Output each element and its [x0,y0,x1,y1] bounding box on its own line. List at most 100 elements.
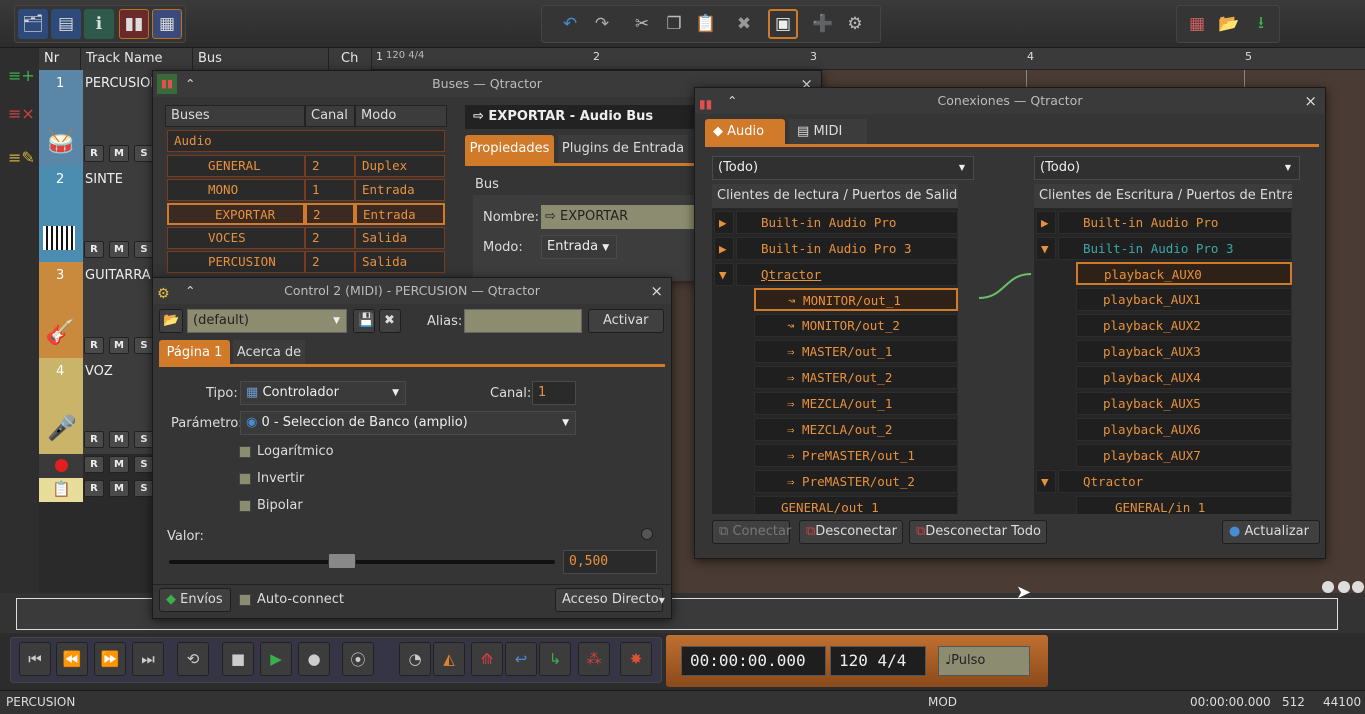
expand-icon[interactable]: ▶ [714,211,734,234]
envios-button[interactable]: ◆ Envíos [159,588,231,612]
alias-input[interactable] [464,309,582,333]
solo-button[interactable]: S [134,337,154,354]
logaritmico-checkbox[interactable]: Logarítmico [239,444,334,459]
track-properties-icon[interactable]: ⚙ [840,9,870,39]
mixer-icon[interactable]: ▤ [51,9,81,39]
open-preset-icon[interactable]: 📂 [159,309,183,333]
solo-button[interactable]: S [134,456,154,473]
port-item-selected[interactable]: ↝ MONITOR/out_1 [754,288,958,311]
bus-group-audio[interactable]: Audio [167,130,445,152]
save-preset-icon[interactable]: 💾 [353,309,375,333]
port-item[interactable]: playback_AUX1 [1076,288,1292,311]
tab-pagina-1[interactable]: Página 1 [159,340,230,366]
col-modo[interactable]: Modo [355,105,447,127]
loop-icon[interactable]: ⟲ [177,642,209,676]
record-icon[interactable]: ● [298,642,330,676]
port-item[interactable]: ⇒ PreMASTER/out_1 [754,444,958,467]
mute-button[interactable]: M [109,337,129,354]
record-button[interactable]: R [84,480,104,497]
fast-forward-icon[interactable]: ⏩ [94,642,126,676]
collapse-icon[interactable]: ▼ [1036,237,1056,260]
record-button[interactable]: R [84,241,104,258]
preset-combo[interactable]: (default) ▼ [187,309,347,333]
port-item[interactable]: playback_AUX3 [1076,340,1292,363]
bipolar-checkbox[interactable]: Bipolar [239,498,303,513]
connections-titlebar[interactable]: ▮▮ ⌃ Conexiones — Qtractor × [695,88,1325,114]
header-track-name[interactable]: Track Name [81,48,193,70]
port-item[interactable]: playback_AUX2 [1076,314,1292,337]
zoom-reset-icon[interactable] [1338,581,1350,593]
col-canal[interactable]: Canal [305,105,355,127]
buses-icon[interactable]: ▮▮ [119,9,149,39]
collapse-icon[interactable]: ▼ [1036,470,1056,493]
port-item[interactable]: GENERAL/in_1 [1076,496,1292,514]
mute-button[interactable]: M [109,145,129,162]
tab-audio[interactable]: ◆ Audio [705,119,785,145]
new-session-icon[interactable]: 🗂 [18,9,48,39]
record-button[interactable]: R [84,337,104,354]
record-button[interactable]: R [84,431,104,448]
col-buses[interactable]: Buses [165,105,305,127]
parametro-select[interactable]: ◉ 0 - Seleccion de Banco (amplio) ▼ [240,411,576,435]
forward-to-end-icon[interactable]: ⏭ [132,642,164,676]
delete-preset-icon[interactable]: ✖ [379,309,401,333]
midi-control-icon[interactable]: ⁂ [578,642,610,676]
mute-button[interactable]: M [109,480,129,497]
bus-row[interactable]: VOCES [167,227,305,249]
close-icon[interactable]: × [650,278,663,304]
canal-spinbox[interactable]: 1 [532,381,576,405]
click-icon[interactable]: ◭ [433,642,465,676]
rewind-icon[interactable]: ⏪ [56,642,88,676]
tipo-select[interactable]: ▦ Controlador ▼ [240,381,406,405]
port-item[interactable]: ⇒ MASTER/out_1 [754,340,958,363]
connect-button[interactable]: ⧉ Conectar [712,520,791,544]
add-track-icon[interactable]: ≡+ [8,66,35,85]
return-icon[interactable]: ↩ [505,642,537,676]
remove-track-icon[interactable]: ≡× [8,104,35,123]
valor-slider[interactable] [169,560,555,564]
delete-icon[interactable]: ✖ [729,9,759,39]
select-all-icon[interactable]: ▣ [768,9,798,39]
filter-left-select[interactable]: (Todo) ▼ [712,156,974,180]
bus-row[interactable]: MONO [167,179,305,201]
time-display[interactable]: 00:00:00.000 [681,646,826,676]
paste-icon[interactable]: 📋 [691,9,721,39]
expand-icon[interactable]: ▶ [1036,211,1056,234]
port-item[interactable]: GENERAL/out_1 [754,496,958,514]
refresh-button[interactable]: ● Actualizar [1222,520,1320,544]
valor-spinbox[interactable]: 0,500 [563,550,657,574]
play-icon[interactable]: ▶ [260,642,292,676]
slider-handle[interactable] [328,553,356,569]
client-item[interactable]: Qtractor [736,263,958,286]
add-track-icon[interactable]: ➕ [808,9,838,39]
solo-button[interactable]: S [134,241,154,258]
record-button[interactable]: R [84,456,104,473]
collapse-icon[interactable]: ⌃ [727,88,737,114]
solo-button[interactable]: S [134,480,154,497]
port-item[interactable]: playback_AUX4 [1076,366,1292,389]
expand-icon[interactable]: ▶ [714,237,734,260]
tempo-display[interactable]: 120 4/4 [830,646,926,676]
autoreturn-icon[interactable]: ↳ [539,642,571,676]
redo-icon[interactable]: ↷ [587,9,617,39]
cut-icon[interactable]: ✂ [627,9,657,39]
control-titlebar[interactable]: ⚙ ⌃ Control 2 (MIDI) - PERCUSION — Qtrac… [153,278,671,304]
tab-acerca-de[interactable]: Acerca de [233,340,305,366]
port-item[interactable]: playback_AUX6 [1076,418,1292,441]
tab-plugins-entrada[interactable]: Plugins de Entrada [558,135,688,163]
left-list-header[interactable]: Clientes de lectura / Puertos de Salida [712,184,958,208]
undo-icon[interactable]: ↶ [555,9,585,39]
mute-button[interactable]: M [109,241,129,258]
bus-row[interactable]: GENERAL [167,155,305,177]
invertir-checkbox[interactable]: Invertir [239,471,304,486]
mute-button[interactable]: M [109,456,129,473]
open-icon[interactable]: 📂 [1214,9,1244,39]
bus-row[interactable]: PERCUSION [167,251,305,273]
right-list-header[interactable]: Clientes de Escritura / Puertos de Entra… [1034,184,1292,208]
bus-row-selected[interactable]: EXPORTAR [167,203,305,225]
rewind-to-start-icon[interactable]: ⏮ [19,642,51,676]
tab-midi[interactable]: ▤ MIDI [789,119,867,145]
pulso-combo[interactable]: ♩Pulso [938,646,1030,676]
metronome-icon[interactable]: ◔ [399,642,431,676]
collapse-icon[interactable]: ▼ [714,263,734,286]
